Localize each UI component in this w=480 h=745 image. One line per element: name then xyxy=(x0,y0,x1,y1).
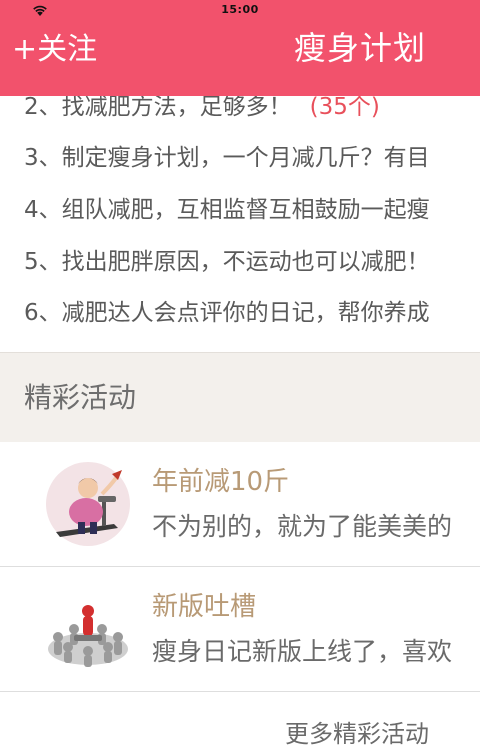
app-screen: 2、找减肥方法，足够多！ (35个) 3、制定瘦身计划，一个月减几斤？有目 4、组… xyxy=(0,0,480,745)
plan-item-text: 2、找减肥方法，足够多！ xyxy=(24,94,292,120)
activity-item[interactable]: 年前减10斤 不为别的，就为了能美美的 xyxy=(0,442,480,566)
plan-item-text: 4、组队减肥，互相监督互相鼓励一起瘦 xyxy=(24,197,430,223)
more-activities-link[interactable]: 更多精彩活动 xyxy=(285,716,429,745)
status-time: 15:00 xyxy=(221,3,259,16)
plan-item-review[interactable]: 6、减肥达人会点评你的日记，帮你养成 xyxy=(24,298,430,328)
plan-item-cause[interactable]: 5、找出肥胖原因，不运动也可以减肥！ xyxy=(24,247,430,277)
activity-title: 新版吐槽 xyxy=(152,592,257,622)
follow-button[interactable]: +关注 xyxy=(12,30,97,70)
status-bar: 15:00 xyxy=(0,0,480,20)
plan-item-team[interactable]: 4、组队减肥，互相监督互相鼓励一起瘦 xyxy=(24,195,430,225)
nav-header: 15:00 +关注 瘦身计划 xyxy=(0,0,480,96)
plan-item-methods[interactable]: 2、找减肥方法，足够多！ (35个) xyxy=(24,92,380,122)
plan-item-text: 6、减肥达人会点评你的日记，帮你养成 xyxy=(24,300,430,326)
plan-item-text: 5、找出肥胖原因，不运动也可以减肥！ xyxy=(24,249,430,275)
activity-item[interactable]: 新版吐槽 瘦身日记新版上线了，喜欢 xyxy=(0,567,480,691)
section-title: 精彩活动 xyxy=(24,381,137,414)
activity-description: 不为别的，就为了能美美的 xyxy=(152,512,453,541)
treadmill-woman-icon xyxy=(46,462,130,546)
method-count: (35个) xyxy=(309,94,380,120)
page-title: 瘦身计划 xyxy=(294,29,427,67)
group-meeting-icon xyxy=(48,605,128,667)
activity-description: 瘦身日记新版上线了，喜欢 xyxy=(152,637,453,666)
plan-item-text: 3、制定瘦身计划，一个月减几斤？有目 xyxy=(24,145,430,171)
plan-item-plan[interactable]: 3、制定瘦身计划，一个月减几斤？有目 xyxy=(24,143,430,173)
activity-title: 年前减10斤 xyxy=(152,467,290,497)
section-header: 精彩活动 xyxy=(0,352,480,442)
divider xyxy=(0,691,480,692)
